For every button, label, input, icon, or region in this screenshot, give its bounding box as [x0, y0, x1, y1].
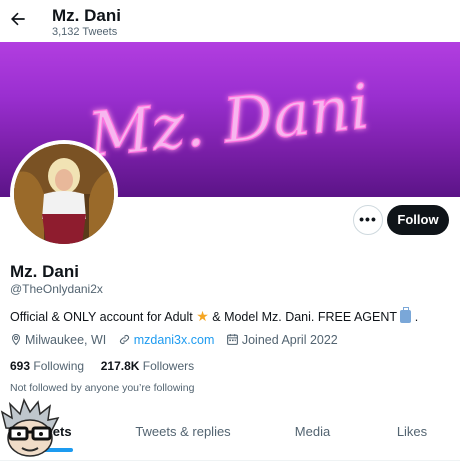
- more-options-button[interactable]: •••: [353, 205, 383, 235]
- more-dots-icon: •••: [359, 211, 377, 227]
- following-label: Following: [33, 359, 85, 373]
- luggage-emoji-icon: [400, 307, 412, 323]
- website: mzdani3x.com: [118, 333, 215, 347]
- bio-text-1: Official & ONLY account for Adult: [10, 310, 197, 324]
- star-emoji-icon: ★: [196, 308, 209, 324]
- location: Milwaukee, WI: [10, 333, 106, 347]
- tab-likes[interactable]: Likes: [388, 424, 436, 439]
- follow-button[interactable]: Follow: [387, 205, 449, 235]
- calendar-icon: [226, 334, 238, 345]
- location-pin-icon: [11, 333, 21, 346]
- avatar-photo: [14, 144, 114, 244]
- location-text: Milwaukee, WI: [25, 333, 107, 347]
- follow-stats: 693 Following 217.8K Followers: [10, 359, 194, 373]
- tab-media[interactable]: Media: [285, 424, 340, 439]
- followed-by-note: Not followed by anyone you’re following: [10, 382, 195, 394]
- profile-tabs: Tweets Tweets & replies Media Likes: [0, 412, 460, 461]
- profile-name: Mz. Dani: [10, 262, 79, 281]
- following-stat[interactable]: 693 Following: [10, 359, 84, 373]
- mascot-watermark-icon: [0, 398, 60, 457]
- profile-avatar[interactable]: [10, 140, 118, 248]
- website-link[interactable]: mzdani3x.com: [134, 333, 215, 347]
- bio-text-2: & Model Mz. Dani. FREE AGENT: [208, 310, 401, 324]
- join-date-text: Joined April 2022: [241, 333, 338, 347]
- banner-script-text: Mz. Dani: [84, 70, 373, 172]
- followers-stat[interactable]: 217.8K Followers: [101, 359, 194, 373]
- bio-text-3: .: [411, 310, 419, 324]
- followers-count: 217.8K: [100, 359, 140, 373]
- followers-label: Followers: [142, 359, 195, 373]
- tweet-count: 3,132 Tweets: [52, 26, 118, 38]
- following-count: 693: [10, 359, 31, 373]
- header-title: Mz. Dani: [52, 6, 121, 25]
- top-bar: Mz. Dani 3,132 Tweets: [0, 0, 460, 42]
- profile-meta: Milwaukee, WI mzdani3x.com Joined April …: [10, 333, 346, 347]
- tab-tweets-and-replies[interactable]: Tweets & replies: [128, 424, 238, 439]
- link-icon: [119, 334, 129, 345]
- join-date: Joined April 2022: [226, 333, 338, 347]
- profile-handle: @TheOnlydani2x: [10, 282, 103, 296]
- profile-bio: Official & ONLY account for Adult ★ & Mo…: [10, 307, 419, 325]
- back-arrow-icon[interactable]: [8, 9, 28, 29]
